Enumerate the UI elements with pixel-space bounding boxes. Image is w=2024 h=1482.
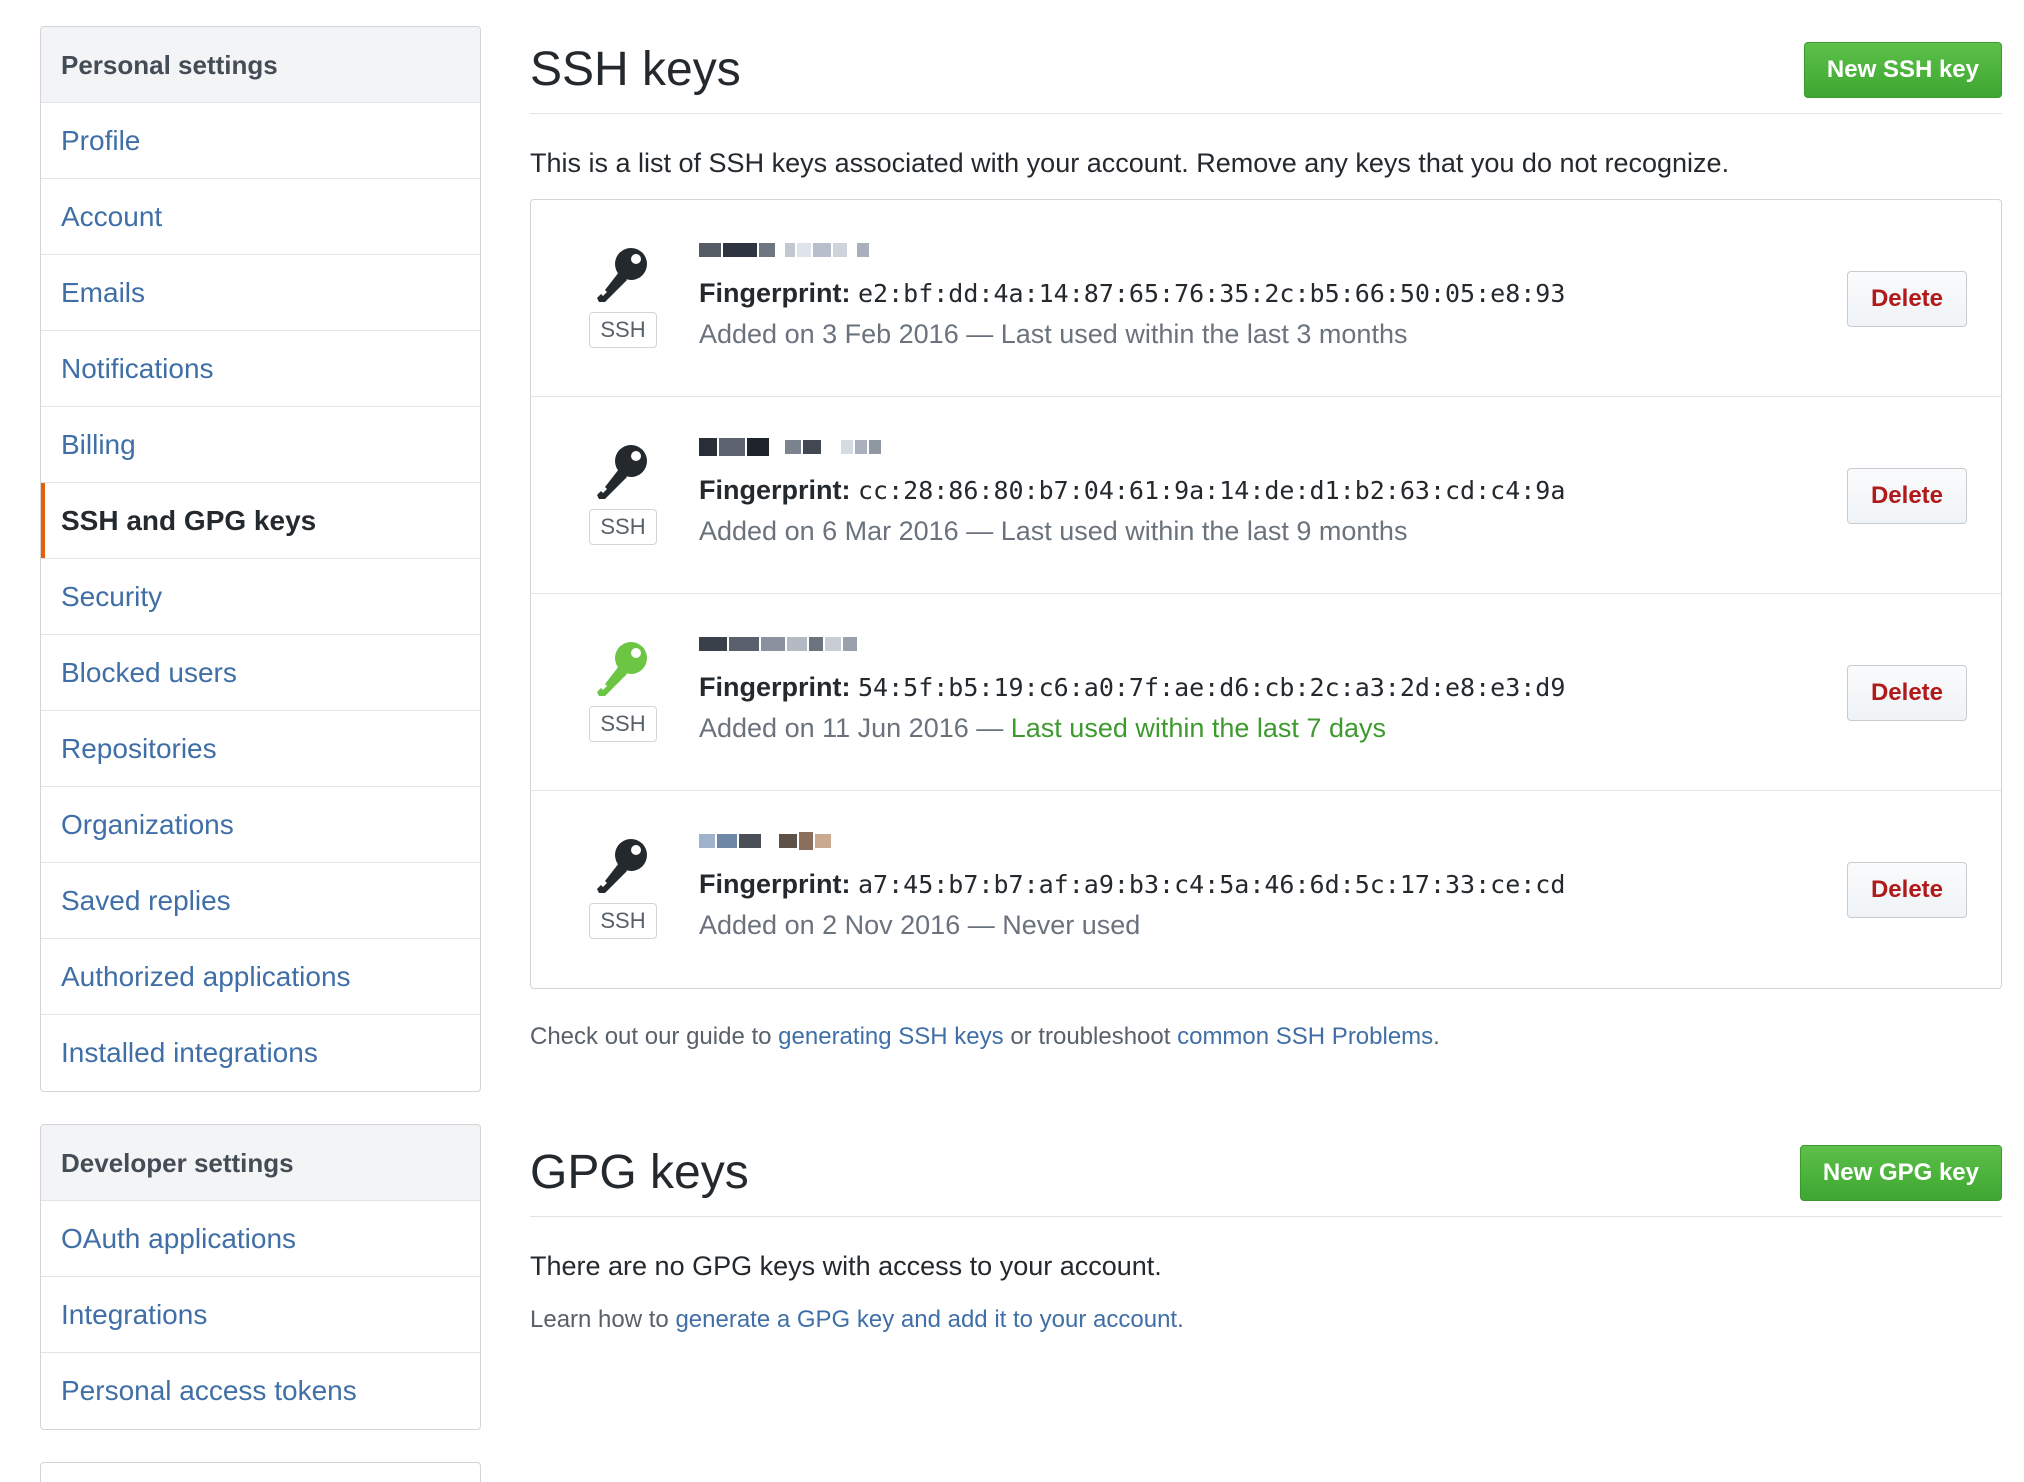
sidebar-item-ssh-gpg-keys[interactable]: SSH and GPG keys — [41, 483, 480, 559]
gpg-learn-suffix: . — [1177, 1306, 1184, 1333]
key-last-used: Last used within the last 3 months — [1000, 319, 1408, 349]
sidebar-item-authorized-applications[interactable]: Authorized applications — [41, 939, 480, 1015]
ssh-help-suffix: . — [1433, 1023, 1440, 1050]
new-ssh-key-button[interactable]: New SSH key — [1803, 41, 2002, 98]
next-menu-edge — [40, 1462, 481, 1482]
ssh-help-text: Check out our guide to generating SSH ke… — [530, 1023, 2002, 1051]
gpg-keys-section: GPG keys New GPG key There are no GPG ke… — [530, 1129, 2002, 1334]
key-last-used: Last used within the last 7 days — [1010, 713, 1386, 743]
sidebar-item-security[interactable]: Security — [41, 559, 480, 635]
generating-ssh-keys-link[interactable]: generating SSH keys — [778, 1023, 1003, 1050]
key-title-redacted — [699, 634, 1565, 654]
sidebar-item-blocked-users[interactable]: Blocked users — [41, 635, 480, 711]
personal-settings-heading: Personal settings — [41, 27, 480, 103]
sidebar-item-emails[interactable]: Emails — [41, 255, 480, 331]
key-icon — [585, 242, 661, 306]
key-icon — [585, 636, 661, 700]
fingerprint-label: Fingerprint: — [699, 869, 851, 899]
key-details: Fingerprint: e2:bf:dd:4a:14:87:65:76:35:… — [699, 240, 1565, 355]
sidebar-item-organizations[interactable]: Organizations — [41, 787, 480, 863]
gpg-keys-header: GPG keys New GPG key — [530, 1129, 2002, 1217]
ssh-type-badge: SSH — [589, 312, 657, 348]
gpg-learn-prefix: Learn how to — [530, 1306, 669, 1333]
ssh-key-row: SSH Fingerprint: e2:bf:dd:4a:14:87:65:76… — [531, 200, 2001, 397]
ssh-type-badge: SSH — [589, 903, 657, 939]
sidebar-item-installed-integrations[interactable]: Installed integrations — [41, 1015, 480, 1091]
key-details: Fingerprint: 54:5f:b5:19:c6:a0:7f:ae:d6:… — [699, 634, 1565, 749]
common-ssh-problems-link[interactable]: common SSH Problems — [1177, 1023, 1433, 1050]
key-icon-column: SSH — [585, 636, 661, 742]
gpg-learn-text: Learn how to generate a GPG key and add … — [530, 1306, 2002, 1334]
new-gpg-key-button[interactable]: New GPG key — [1799, 1144, 2002, 1201]
key-details: Fingerprint: a7:45:b7:b7:af:a9:b3:c4:5a:… — [699, 831, 1565, 946]
sidebar-item-integrations[interactable]: Integrations — [41, 1277, 480, 1353]
settings-sidebar: Personal settings Profile Account Emails… — [40, 26, 481, 1482]
fingerprint-value: a7:45:b7:b7:af:a9:b3:c4:5a:46:6d:5c:17:3… — [858, 870, 1566, 899]
delete-key-button[interactable]: Delete — [1847, 862, 1967, 918]
key-icon — [585, 833, 661, 897]
key-added-date: Added on 2 Nov 2016 — — [699, 910, 995, 940]
ssh-type-badge: SSH — [589, 509, 657, 545]
ssh-help-prefix: Check out our guide to — [530, 1023, 772, 1050]
ssh-help-middle: or troubleshoot — [1010, 1023, 1171, 1050]
ssh-key-row: SSH Fingerprint: a7:45:b7:b7:af:a9:b3:c4… — [531, 791, 2001, 988]
key-last-used: Never used — [1002, 910, 1141, 940]
key-fingerprint: Fingerprint: cc:28:86:80:b7:04:61:9a:14:… — [699, 471, 1565, 510]
ssh-key-row: SSH Fingerprint: 54:5f:b5:19:c6:a0:7f:ae… — [531, 594, 2001, 791]
key-title-redacted — [699, 240, 1565, 260]
sidebar-item-profile[interactable]: Profile — [41, 103, 480, 179]
main-content: SSH keys New SSH key This is a list of S… — [530, 26, 2002, 1358]
fingerprint-label: Fingerprint: — [699, 475, 851, 505]
key-icon-column: SSH — [585, 242, 661, 348]
delete-key-button[interactable]: Delete — [1847, 665, 1967, 721]
sidebar-item-account[interactable]: Account — [41, 179, 480, 255]
ssh-keys-title: SSH keys — [530, 43, 741, 96]
key-fingerprint: Fingerprint: 54:5f:b5:19:c6:a0:7f:ae:d6:… — [699, 668, 1565, 707]
sidebar-item-repositories[interactable]: Repositories — [41, 711, 480, 787]
key-fingerprint: Fingerprint: a7:45:b7:b7:af:a9:b3:c4:5a:… — [699, 865, 1565, 904]
sidebar-item-oauth-applications[interactable]: OAuth applications — [41, 1201, 480, 1277]
sidebar-item-personal-access-tokens[interactable]: Personal access tokens — [41, 1353, 480, 1429]
sidebar-item-billing[interactable]: Billing — [41, 407, 480, 483]
sidebar-item-notifications[interactable]: Notifications — [41, 331, 480, 407]
delete-key-button[interactable]: Delete — [1847, 468, 1967, 524]
fingerprint-label: Fingerprint: — [699, 672, 851, 702]
key-title-redacted — [699, 831, 1565, 851]
key-fingerprint: Fingerprint: e2:bf:dd:4a:14:87:65:76:35:… — [699, 274, 1565, 313]
fingerprint-value: 54:5f:b5:19:c6:a0:7f:ae:d6:cb:2c:a3:2d:e… — [858, 673, 1566, 702]
key-added-date: Added on 11 Jun 2016 — — [699, 713, 1004, 743]
key-icon-column: SSH — [585, 833, 661, 939]
personal-settings-menu: Personal settings Profile Account Emails… — [40, 26, 481, 1092]
sidebar-item-saved-replies[interactable]: Saved replies — [41, 863, 480, 939]
fingerprint-label: Fingerprint: — [699, 278, 851, 308]
key-details: Fingerprint: cc:28:86:80:b7:04:61:9a:14:… — [699, 437, 1565, 552]
developer-settings-menu: Developer settings OAuth applications In… — [40, 1124, 481, 1430]
developer-settings-heading: Developer settings — [41, 1125, 480, 1201]
ssh-keys-intro: This is a list of SSH keys associated wi… — [530, 148, 1730, 178]
gpg-keys-title: GPG keys — [530, 1146, 749, 1199]
delete-key-button[interactable]: Delete — [1847, 271, 1967, 327]
ssh-keys-header: SSH keys New SSH key — [530, 26, 2002, 114]
key-meta: Added on 2 Nov 2016 — Never used — [699, 904, 1565, 946]
key-icon-column: SSH — [585, 439, 661, 545]
key-title-redacted — [699, 437, 1565, 457]
fingerprint-value: e2:bf:dd:4a:14:87:65:76:35:2c:b5:66:50:0… — [858, 279, 1566, 308]
ssh-type-badge: SSH — [589, 706, 657, 742]
key-last-used: Last used within the last 9 months — [1000, 516, 1408, 546]
key-meta: Added on 6 Mar 2016 — Last used within t… — [699, 510, 1565, 552]
key-added-date: Added on 3 Feb 2016 — — [699, 319, 994, 349]
generate-gpg-key-link[interactable]: generate a GPG key and add it to your ac… — [675, 1306, 1177, 1333]
key-meta: Added on 11 Jun 2016 — Last used within … — [699, 707, 1565, 749]
fingerprint-value: cc:28:86:80:b7:04:61:9a:14:de:d1:b2:63:c… — [858, 476, 1566, 505]
ssh-key-row: SSH Fingerprint: cc:28:86:80:b7:04:61:9a… — [531, 397, 2001, 594]
gpg-empty-message: There are no GPG keys with access to you… — [530, 1251, 1162, 1281]
key-added-date: Added on 6 Mar 2016 — — [699, 516, 994, 546]
key-meta: Added on 3 Feb 2016 — Last used within t… — [699, 313, 1565, 355]
ssh-key-list: SSH Fingerprint: e2:bf:dd:4a:14:87:65:76… — [530, 199, 2002, 989]
key-icon — [585, 439, 661, 503]
